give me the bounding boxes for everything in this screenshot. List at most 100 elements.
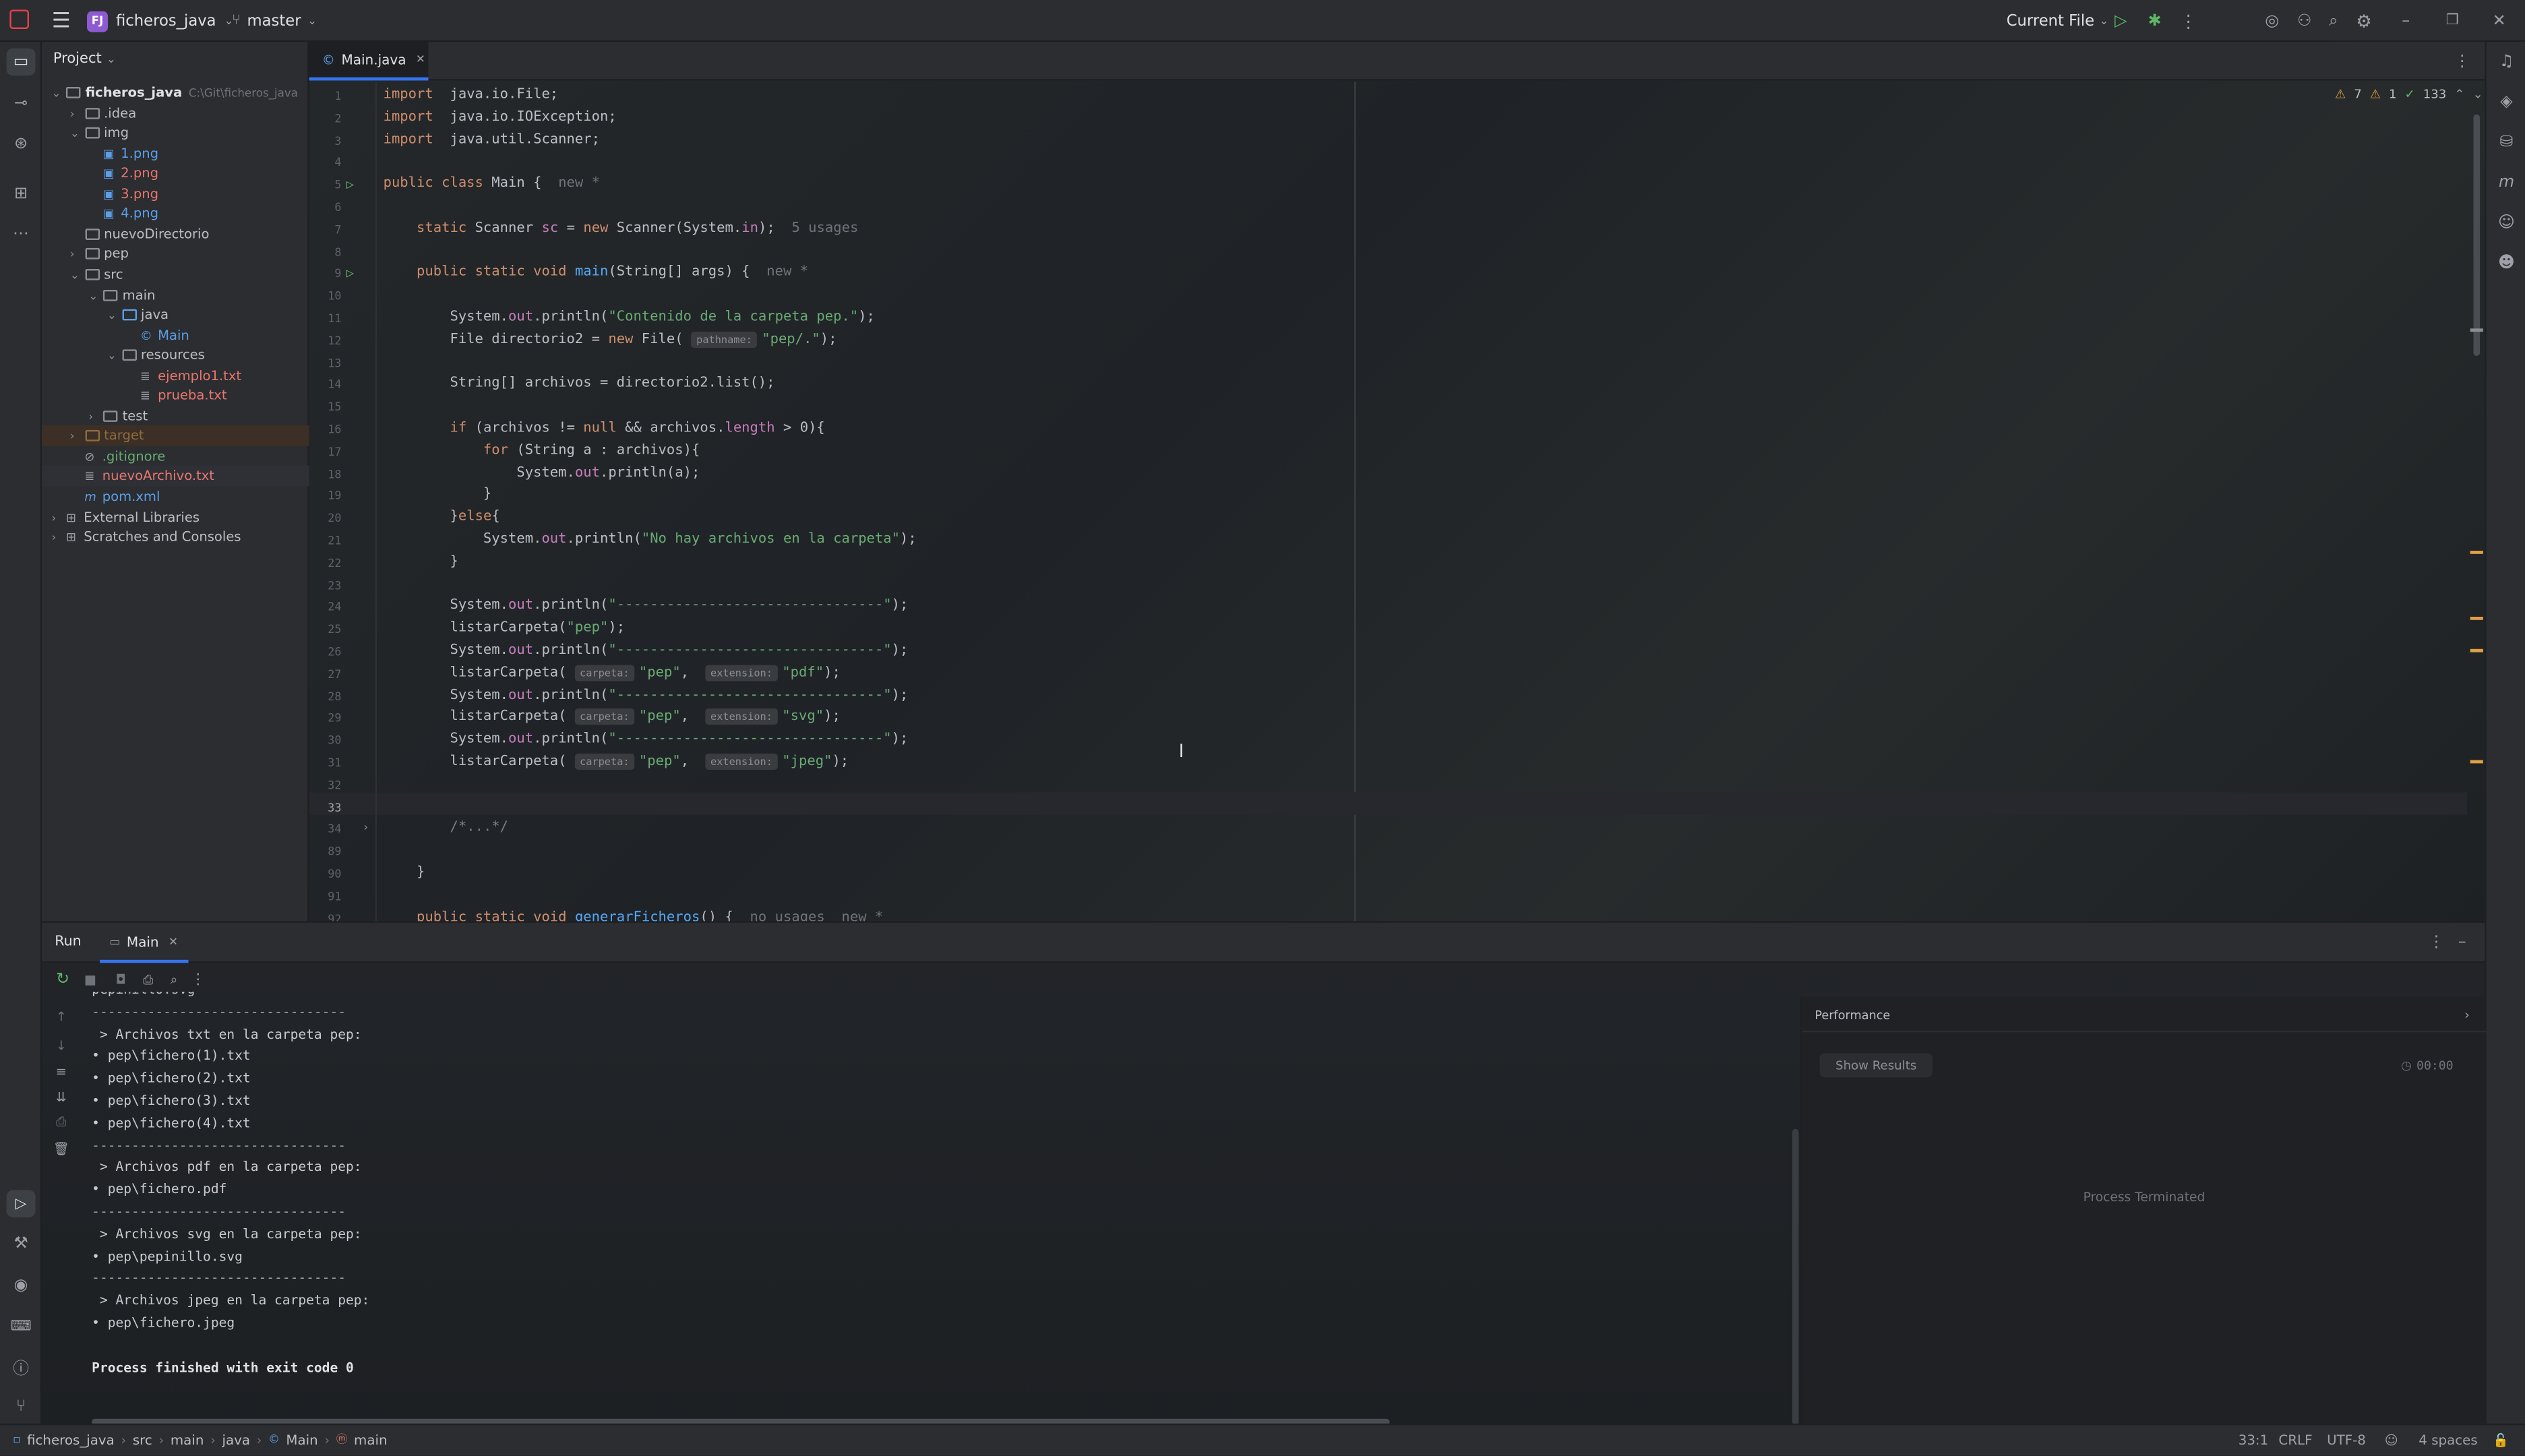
tree-item-gitignore[interactable]: ⊘ .gitignore — [42, 446, 309, 466]
chevron-down-icon[interactable]: ⌄ — [107, 346, 122, 367]
run-config-selector[interactable]: Current File ⌄ — [2007, 8, 2109, 34]
console-output[interactable]: pepinillo.svg---------------------------… — [42, 992, 1789, 1395]
restore-window-icon[interactable]: ❐ — [2443, 9, 2462, 32]
database-icon[interactable]: ⛁ — [2493, 129, 2520, 156]
code-line[interactable]: System.out.println("--------------------… — [384, 597, 908, 619]
code-line[interactable]: listarCarpeta( carpeta: "pep", extension:… — [384, 663, 841, 686]
code-line[interactable]: if (archivos != null && archivos.length … — [384, 419, 825, 441]
terminal-icon[interactable]: ⌨ — [7, 1312, 36, 1340]
debug-icon[interactable]: ✱ — [2145, 9, 2164, 32]
close-window-icon[interactable]: ✕ — [2489, 9, 2509, 32]
tree-item-java[interactable]: ⌄ java — [42, 305, 309, 325]
chevron-right-icon[interactable]: › — [70, 427, 85, 448]
console-vscrollbar[interactable] — [1792, 1128, 1799, 1426]
git-icon[interactable]: ⑂ — [7, 1393, 36, 1420]
code-line[interactable]: } — [384, 485, 491, 508]
tree-item-scratches-and-consoles[interactable]: › ⊞ Scratches and Consoles — [42, 526, 309, 547]
more-actions-icon[interactable]: ⋮ — [2180, 9, 2197, 32]
copilot-icon[interactable]: ☺ — [2493, 210, 2520, 237]
chevron-down-icon[interactable]: ⌄ — [51, 84, 66, 104]
tab-main-java[interactable]: © Main.java ✕ — [309, 42, 429, 81]
settings-gear-icon[interactable]: ⚙ — [2352, 9, 2375, 32]
tree-item-resources[interactable]: ⌄ resources — [42, 345, 309, 365]
chevron-right-icon[interactable]: › — [51, 508, 66, 528]
chevron-right-icon[interactable]: › — [2459, 1005, 2475, 1025]
camera-icon[interactable]: ◘ — [111, 969, 131, 990]
code-line[interactable]: public static void main(String[] args) {… — [384, 263, 808, 285]
jetbrains-logo-icon[interactable] — [9, 9, 30, 30]
close-tab-icon[interactable]: ✕ — [169, 935, 178, 948]
tree-item-prueba-txt[interactable]: ≣ prueba.txt — [42, 386, 309, 406]
code-line[interactable]: /*...*/ — [384, 819, 509, 841]
project-panel-header[interactable]: Project ⌄ — [53, 51, 116, 67]
code-line[interactable]: import java.util.Scanner; — [384, 130, 600, 152]
tree-item-external-libraries[interactable]: › ⊞ External Libraries — [42, 506, 309, 526]
tree-item-test[interactable]: › test — [42, 406, 309, 426]
search-icon[interactable]: ⌕ — [2322, 9, 2344, 32]
notifications-bell-icon[interactable]: ♫ — [2493, 49, 2520, 76]
code-line[interactable]: System.out.println("--------------------… — [384, 730, 908, 752]
code-line[interactable]: public class Main { new * — [384, 174, 600, 196]
problems-icon[interactable]: ⓘ — [7, 1353, 36, 1381]
chevron-down-icon[interactable]: ⌄ — [70, 124, 85, 144]
maven-icon[interactable]: m — [2493, 169, 2520, 197]
find-icon[interactable]: ⌕ — [164, 969, 184, 990]
build-hammer-icon[interactable]: ⚒ — [7, 1230, 36, 1258]
chevron-down-icon[interactable]: ⌄ — [2472, 87, 2483, 102]
breadcrumb-item[interactable]: Main — [286, 1432, 317, 1448]
code-line[interactable]: static Scanner sc = new Scanner(System.i… — [384, 218, 858, 241]
code-view[interactable]: 1 import java.io.File; 2 import java.io.IOE… — [309, 82, 2467, 921]
tree-item-nuevoarchivo-txt[interactable]: ≣ nuevoArchivo.txt — [42, 466, 309, 487]
hide-panel-icon[interactable]: – — [2454, 932, 2470, 953]
caret-position[interactable]: 33:1 — [2239, 1432, 2269, 1448]
breadcrumb-item[interactable]: src — [133, 1432, 152, 1448]
project-widget[interactable]: FJ ficheros_java ⌄ — [87, 8, 234, 34]
code-line[interactable]: } — [384, 552, 458, 574]
code-line[interactable]: listarCarpeta("pep"); — [384, 619, 625, 641]
code-line[interactable]: System.out.println(a); — [384, 463, 700, 485]
code-line[interactable]: listarCarpeta( carpeta: "pep", extension:… — [384, 708, 841, 730]
branch-widget[interactable]: ⑂ master ⌄ — [232, 8, 317, 34]
breadcrumb-item[interactable]: main — [354, 1432, 388, 1448]
code-line[interactable]: } — [384, 863, 425, 886]
services-icon[interactable]: ◉ — [7, 1272, 36, 1300]
more-icon[interactable]: ⋮ — [190, 969, 206, 990]
run-gutter-icon[interactable]: ▷ — [346, 263, 355, 285]
copilot-status-icon[interactable]: ☺ — [2381, 1432, 2401, 1449]
project-tool-folder-icon[interactable]: ▭ — [6, 48, 36, 76]
chevron-right-icon[interactable]: › — [51, 528, 66, 549]
run-gutter-icon[interactable]: ▷ — [346, 174, 355, 196]
chevron-down-icon[interactable]: ⌄ — [70, 266, 85, 286]
breadcrumb-item[interactable]: main — [171, 1432, 204, 1448]
tree-item-ejemplo1-txt[interactable]: ≣ ejemplo1.txt — [42, 365, 309, 386]
tree-item-1-png[interactable]: ▣ 1.png — [42, 143, 309, 163]
code-line[interactable]: String[] archivos = directorio2.list(); — [384, 374, 774, 396]
code-line[interactable]: System.out.println("Contenido de la carp… — [384, 307, 874, 330]
breadcrumb-item[interactable]: java — [222, 1432, 250, 1448]
chevron-right-icon[interactable]: › — [88, 407, 103, 427]
code-line[interactable]: public static void generarFicheros() { n… — [384, 907, 883, 921]
indent-setting[interactable]: 4 spaces — [2418, 1432, 2477, 1448]
tab-run-main[interactable]: ▭ Main ✕ — [100, 923, 188, 963]
run-tool-icon[interactable]: ▷ — [6, 1190, 36, 1218]
tree-item-4-png[interactable]: ▣ 4.png — [42, 204, 309, 224]
chevron-down-icon[interactable]: ⌄ — [88, 286, 103, 306]
file-encoding[interactable]: UTF-8 — [2327, 1432, 2366, 1448]
structure-icon[interactable]: ⊞ — [7, 181, 36, 208]
tree-item-ficheros-java[interactable]: ⌄ ficheros_java C:\Git\ficheros_java — [42, 82, 309, 102]
pull-requests-icon[interactable]: ⊛ — [7, 131, 36, 158]
code-line[interactable]: for (String a : archivos){ — [384, 441, 700, 463]
chevron-right-icon[interactable]: › — [70, 245, 85, 266]
tree-item-2-png[interactable]: ▣ 2.png — [42, 163, 309, 183]
read-only-lock-icon[interactable]: 🔓 — [2491, 1432, 2511, 1449]
minimize-icon[interactable]: – — [2396, 9, 2416, 32]
line-separator[interactable]: CRLF — [2278, 1432, 2312, 1448]
tree-item-img[interactable]: ⌄ img — [42, 123, 309, 143]
ai-chat-icon[interactable]: ◈ — [2493, 88, 2520, 116]
code-line[interactable]: File directorio2 = new File( pathname: "p… — [384, 330, 836, 352]
export-icon[interactable]: ⎙ — [138, 969, 158, 990]
code-line[interactable]: System.out.println("No hay archivos en l… — [384, 530, 917, 552]
tab-options-icon[interactable]: ⋮ — [2454, 50, 2470, 72]
code-line[interactable]: System.out.println("--------------------… — [384, 641, 908, 663]
copilot-chat-icon[interactable]: ☻ — [2493, 249, 2520, 277]
